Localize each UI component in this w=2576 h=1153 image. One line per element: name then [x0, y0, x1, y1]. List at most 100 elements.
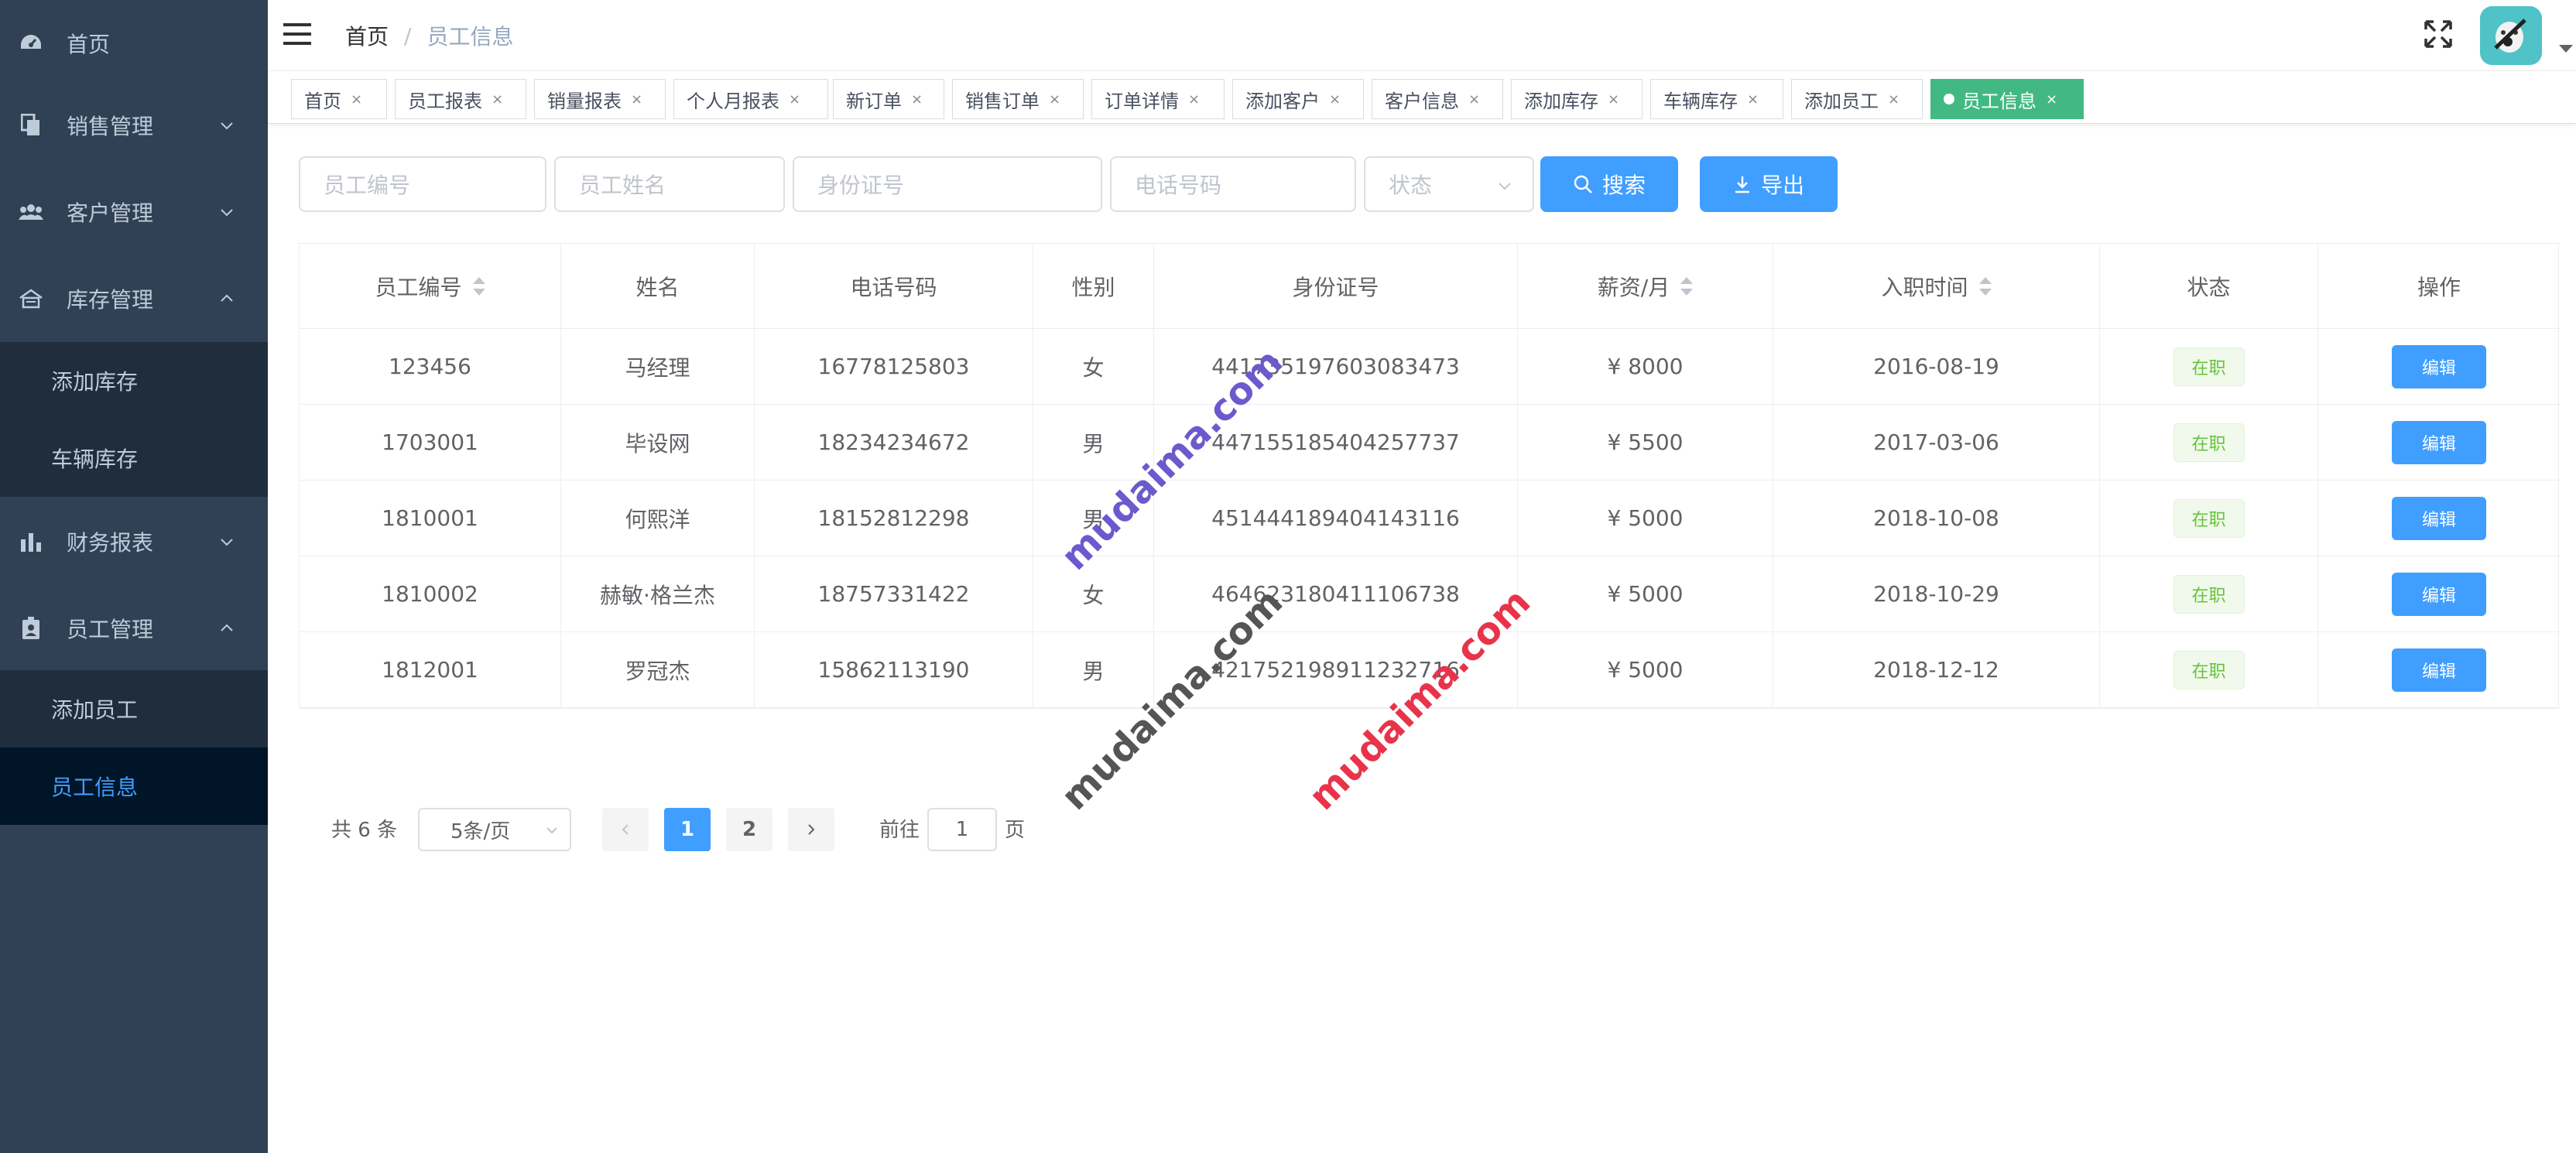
- breadcrumb: 首页 / 员工信息: [345, 20, 513, 51]
- cell-id-number: 464623180411106738: [1154, 556, 1518, 632]
- chevron-right-icon: [808, 824, 815, 835]
- search-button[interactable]: 搜索: [1540, 156, 1678, 212]
- close-icon[interactable]: ×: [1049, 91, 1060, 108]
- edit-button[interactable]: 编辑: [2392, 572, 2486, 616]
- close-icon[interactable]: ×: [631, 91, 642, 108]
- tag-personal-monthly-report[interactable]: 个人月报表 ×: [673, 79, 828, 119]
- close-icon[interactable]: ×: [1888, 91, 1899, 108]
- column-header-actions: 操作: [2318, 244, 2560, 329]
- sidebar-subitem-label: 车辆库存: [51, 446, 139, 472]
- close-icon[interactable]: ×: [1188, 91, 1200, 108]
- tag-label: 车辆库存: [1663, 90, 1738, 112]
- cell-actions: 编辑: [2318, 405, 2560, 481]
- tag-home[interactable]: 首页 ×: [291, 79, 387, 119]
- close-icon[interactable]: ×: [1468, 91, 1480, 108]
- status-select[interactable]: 状态: [1364, 156, 1534, 212]
- page-1-button[interactable]: 1: [664, 808, 711, 851]
- column-header-label: 性别: [1071, 274, 1115, 300]
- tag-employee-info[interactable]: 员工信息 ×: [1930, 79, 2084, 119]
- sidebar-subitem-label: 员工信息: [51, 775, 139, 800]
- close-icon[interactable]: ×: [2046, 91, 2057, 108]
- column-header-employee-number[interactable]: 员工编号: [300, 244, 561, 329]
- avatar[interactable]: [2480, 6, 2542, 65]
- tag-sales-order[interactable]: 销售订单 ×: [952, 79, 1084, 119]
- cell-status: 在职: [2100, 329, 2318, 405]
- cell-salary: ¥ 8000: [1518, 329, 1773, 405]
- cell-name: 赫敏·格兰杰: [561, 556, 755, 632]
- edit-button[interactable]: 编辑: [2392, 496, 2486, 540]
- sidebar-item-inventory[interactable]: 库存管理: [0, 255, 268, 342]
- hamburger-menu-icon[interactable]: [282, 19, 313, 50]
- sidebar-item-finance[interactable]: 财务报表: [0, 498, 268, 585]
- tag-add-employee[interactable]: 添加员工 ×: [1791, 79, 1923, 119]
- sidebar-item-label: 首页: [67, 32, 111, 57]
- sort-icon[interactable]: [1680, 275, 1694, 297]
- sidebar-item-sales[interactable]: 销售管理: [0, 82, 268, 169]
- fullscreen-icon[interactable]: [2418, 15, 2458, 53]
- page-2-button[interactable]: 2: [726, 808, 772, 851]
- sidebar-item-employees[interactable]: 员工管理: [0, 585, 268, 672]
- sidebar-item-customers[interactable]: 客户管理: [0, 169, 268, 255]
- cell-salary: ¥ 5000: [1518, 481, 1773, 556]
- sidebar-item-label: 员工管理: [67, 617, 154, 642]
- tag-sales-report[interactable]: 销量报表 ×: [534, 79, 666, 119]
- goto-page-input[interactable]: 1: [927, 808, 997, 851]
- phone-number-input[interactable]: 电话号码: [1110, 156, 1356, 212]
- edit-button[interactable]: 编辑: [2392, 420, 2486, 464]
- sidebar-subitem-add-inventory[interactable]: 添加库存: [0, 342, 268, 419]
- cell-status: 在职: [2100, 405, 2318, 481]
- close-icon[interactable]: ×: [789, 91, 800, 108]
- tag-add-customer[interactable]: 添加客户 ×: [1232, 79, 1364, 119]
- close-icon[interactable]: ×: [1747, 91, 1759, 108]
- edit-button[interactable]: 编辑: [2392, 648, 2486, 692]
- close-icon[interactable]: ×: [492, 91, 503, 108]
- tag-label: 新订单: [846, 90, 902, 112]
- sidebar-item-home[interactable]: 首页: [0, 0, 268, 87]
- sidebar-subitem-employee-info[interactable]: 员工信息: [0, 748, 268, 825]
- tag-label: 销售订单: [965, 90, 1040, 112]
- sort-icon[interactable]: [472, 275, 485, 297]
- edit-button[interactable]: 编辑: [2392, 344, 2486, 388]
- id-number-input[interactable]: 身份证号: [793, 156, 1102, 212]
- column-header-status: 状态: [2100, 244, 2318, 329]
- employee-number-input[interactable]: 员工编号: [299, 156, 546, 212]
- tag-vehicle-inventory[interactable]: 车辆库存 ×: [1650, 79, 1783, 119]
- close-icon[interactable]: ×: [351, 91, 362, 108]
- prev-page-button[interactable]: [602, 808, 649, 851]
- cell-name: 何熙洋: [561, 481, 755, 556]
- tag-new-order[interactable]: 新订单 ×: [833, 79, 944, 119]
- tag-label: 添加库存: [1524, 90, 1598, 112]
- cell-name: 马经理: [561, 329, 755, 405]
- breadcrumb-home[interactable]: 首页: [345, 20, 389, 51]
- tag-add-inventory[interactable]: 添加库存 ×: [1511, 79, 1643, 119]
- page-size-select[interactable]: 5条/页: [418, 808, 571, 851]
- close-icon[interactable]: ×: [911, 91, 923, 108]
- next-page-button[interactable]: [788, 808, 834, 851]
- status-badge: 在职: [2173, 498, 2245, 538]
- cell-phone: 18152812298: [755, 481, 1033, 556]
- sidebar-subitem-vehicle-inventory[interactable]: 车辆库存: [0, 419, 268, 497]
- sidebar-item-label: 财务报表: [67, 530, 154, 556]
- chevron-down-icon: [221, 539, 233, 546]
- export-button[interactable]: 导出: [1700, 156, 1838, 212]
- page-unit-label: 页: [1005, 819, 1026, 842]
- tag-customer-info[interactable]: 客户信息 ×: [1372, 79, 1503, 119]
- sort-icon[interactable]: [1978, 275, 1992, 297]
- cell-name: 毕设网: [561, 405, 755, 481]
- cell-gender: 男: [1033, 632, 1154, 708]
- close-icon[interactable]: ×: [1608, 91, 1619, 108]
- cell-employee-number: 1810001: [300, 481, 561, 556]
- employee-name-input[interactable]: 员工姓名: [554, 156, 785, 212]
- tag-label: 首页: [304, 90, 341, 112]
- caret-down-icon[interactable]: [2559, 45, 2573, 53]
- tag-order-detail[interactable]: 订单详情 ×: [1091, 79, 1225, 119]
- breadcrumb-separator: /: [404, 22, 412, 49]
- column-header-hire-date[interactable]: 入职时间: [1773, 244, 2100, 329]
- column-header-salary[interactable]: 薪资/月: [1518, 244, 1773, 329]
- column-header-label: 身份证号: [1292, 274, 1379, 300]
- chevron-down-icon: [1499, 183, 1511, 190]
- close-icon[interactable]: ×: [1329, 91, 1341, 108]
- tag-employee-report[interactable]: 员工报表 ×: [395, 79, 526, 119]
- cell-actions: 编辑: [2318, 556, 2560, 632]
- sidebar-subitem-add-employee[interactable]: 添加员工: [0, 670, 268, 748]
